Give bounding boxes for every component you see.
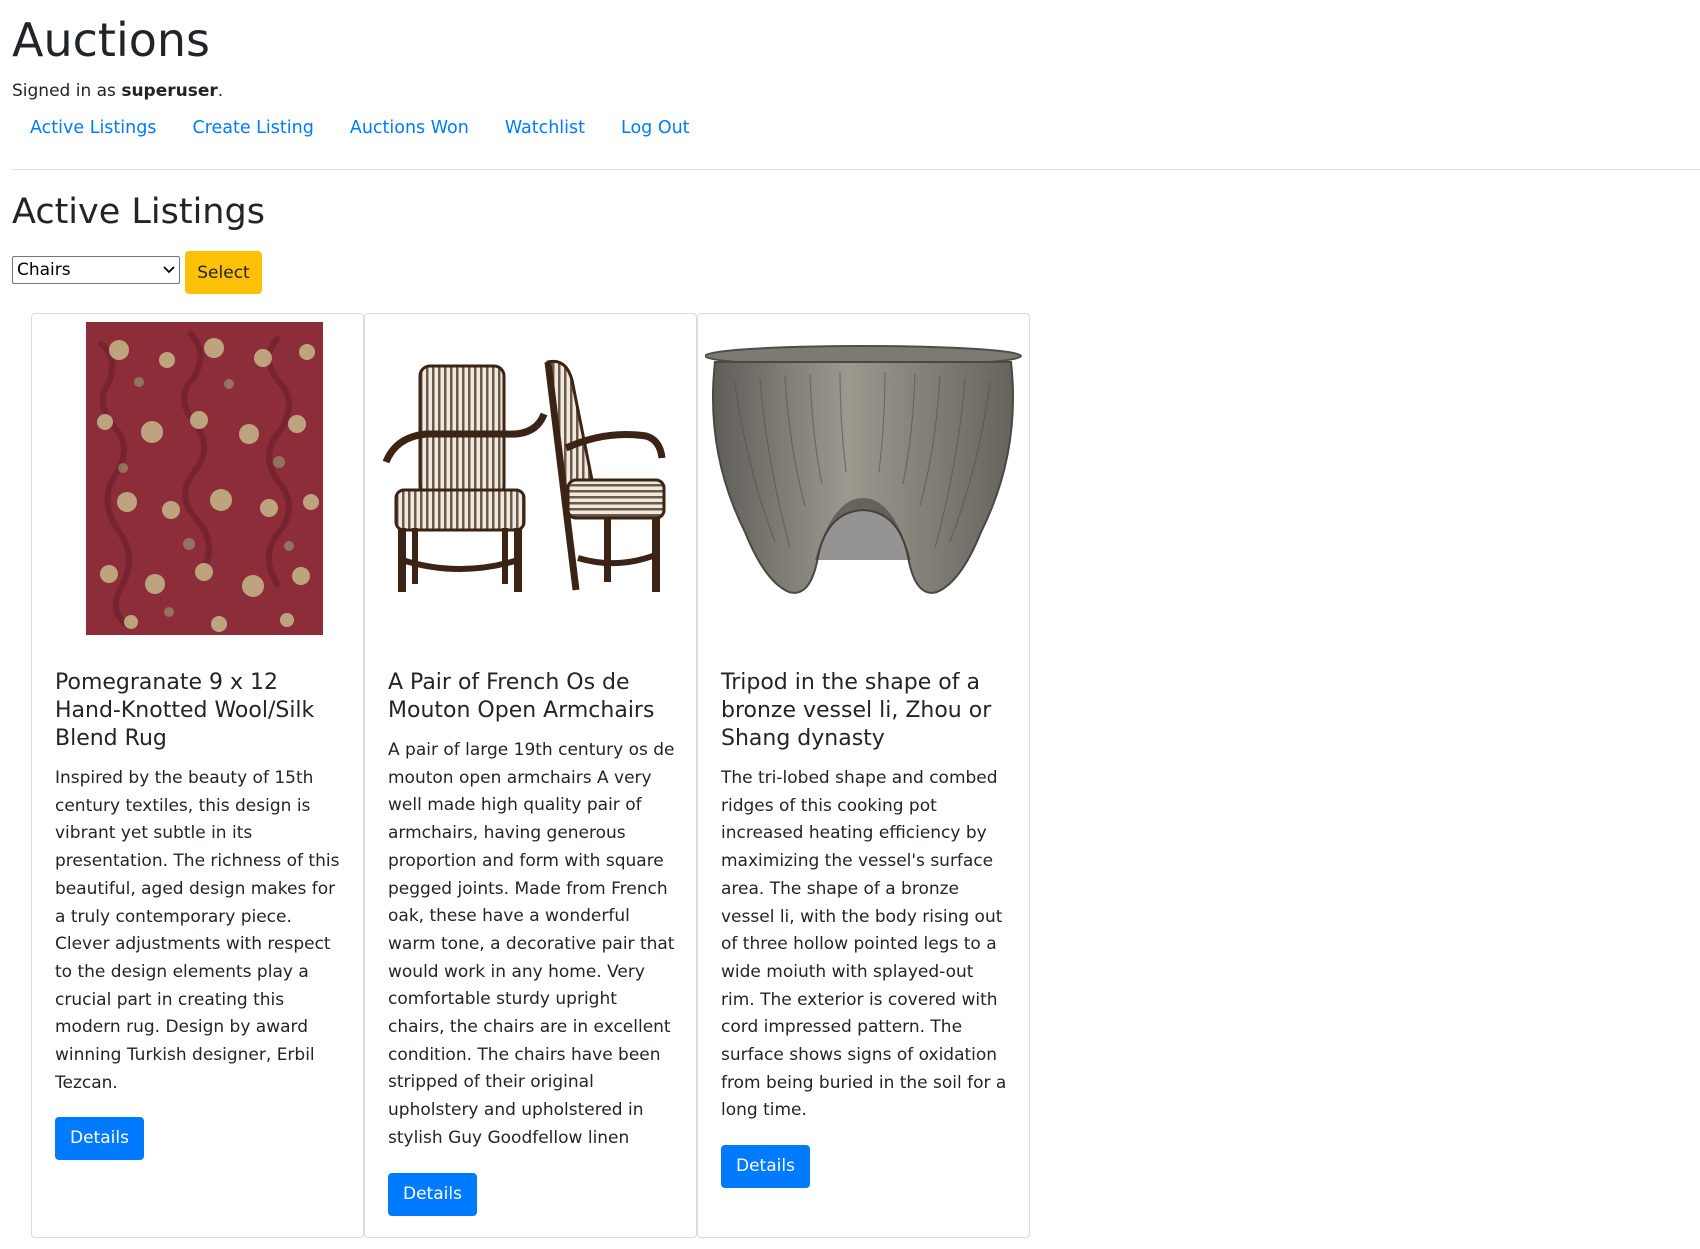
nav-item-active-listings: Active Listings xyxy=(12,114,174,142)
main-nav: Active Listings Create Listing Auctions … xyxy=(12,114,708,142)
signed-in-prefix: Signed in as xyxy=(12,81,122,101)
nav-link-create-listing[interactable]: Create Listing xyxy=(174,114,331,142)
listing-card-body: Tripod in the shape of a bronze vessel l… xyxy=(721,669,1011,1189)
listing-card-armchairs: A Pair of French Os de Mouton Open Armch… xyxy=(364,313,697,1238)
nav-item-log-out: Log Out xyxy=(603,114,708,142)
header-divider xyxy=(12,169,1700,170)
details-button[interactable]: Details xyxy=(55,1117,144,1161)
signed-in-status: Signed in as superuser. xyxy=(12,79,223,103)
page-heading: Active Listings xyxy=(12,192,265,232)
nav-link-log-out[interactable]: Log Out xyxy=(603,114,708,142)
nav-item-auctions-won: Auctions Won xyxy=(332,114,487,142)
listing-grid: Pomegranate 9 x 12 Hand-Knotted Wool/Sil… xyxy=(31,313,1030,1238)
listing-card-body: Pomegranate 9 x 12 Hand-Knotted Wool/Sil… xyxy=(55,669,345,1161)
armchairs-image xyxy=(372,322,689,637)
page: Auctions Signed in as superuser. Active … xyxy=(0,0,1700,1249)
nav-link-auctions-won[interactable]: Auctions Won xyxy=(332,114,487,142)
listing-title: Pomegranate 9 x 12 Hand-Knotted Wool/Sil… xyxy=(55,670,315,751)
tripod-vessel-image-graphic xyxy=(705,345,1022,594)
listing-card-tripod-vessel: Tripod in the shape of a bronze vessel l… xyxy=(697,313,1030,1238)
listing-title: A Pair of French Os de Mouton Open Armch… xyxy=(388,670,655,723)
listing-description: The tri-lobed shape and combed ridges of… xyxy=(721,768,1007,1121)
nav-link-active-listings[interactable]: Active Listings xyxy=(12,114,174,142)
details-button[interactable]: Details xyxy=(721,1145,810,1189)
details-button[interactable]: Details xyxy=(388,1172,477,1216)
listing-title: Tripod in the shape of a bronze vessel l… xyxy=(721,670,992,751)
select-button[interactable]: Select xyxy=(185,251,262,294)
username: superuser xyxy=(121,81,218,101)
armchairs-image-graphic xyxy=(382,359,666,592)
listing-card-body: A Pair of French Os de Mouton Open Armch… xyxy=(388,669,678,1216)
nav-item-watchlist: Watchlist xyxy=(487,114,603,142)
category-select[interactable]: Chairs xyxy=(12,256,180,284)
nav-link-watchlist[interactable]: Watchlist xyxy=(487,114,603,142)
rug-image xyxy=(39,322,356,637)
signed-in-suffix: . xyxy=(217,81,224,101)
listing-description: A pair of large 19th century os de mouto… xyxy=(388,740,675,1148)
tripod-vessel-image xyxy=(705,322,1022,637)
rug-image-graphic xyxy=(86,322,323,635)
site-title: Auctions xyxy=(12,13,210,67)
nav-item-create-listing: Create Listing xyxy=(174,114,331,142)
listing-card-rug: Pomegranate 9 x 12 Hand-Knotted Wool/Sil… xyxy=(31,313,364,1238)
listing-description: Inspired by the beauty of 15th century t… xyxy=(55,768,340,1093)
